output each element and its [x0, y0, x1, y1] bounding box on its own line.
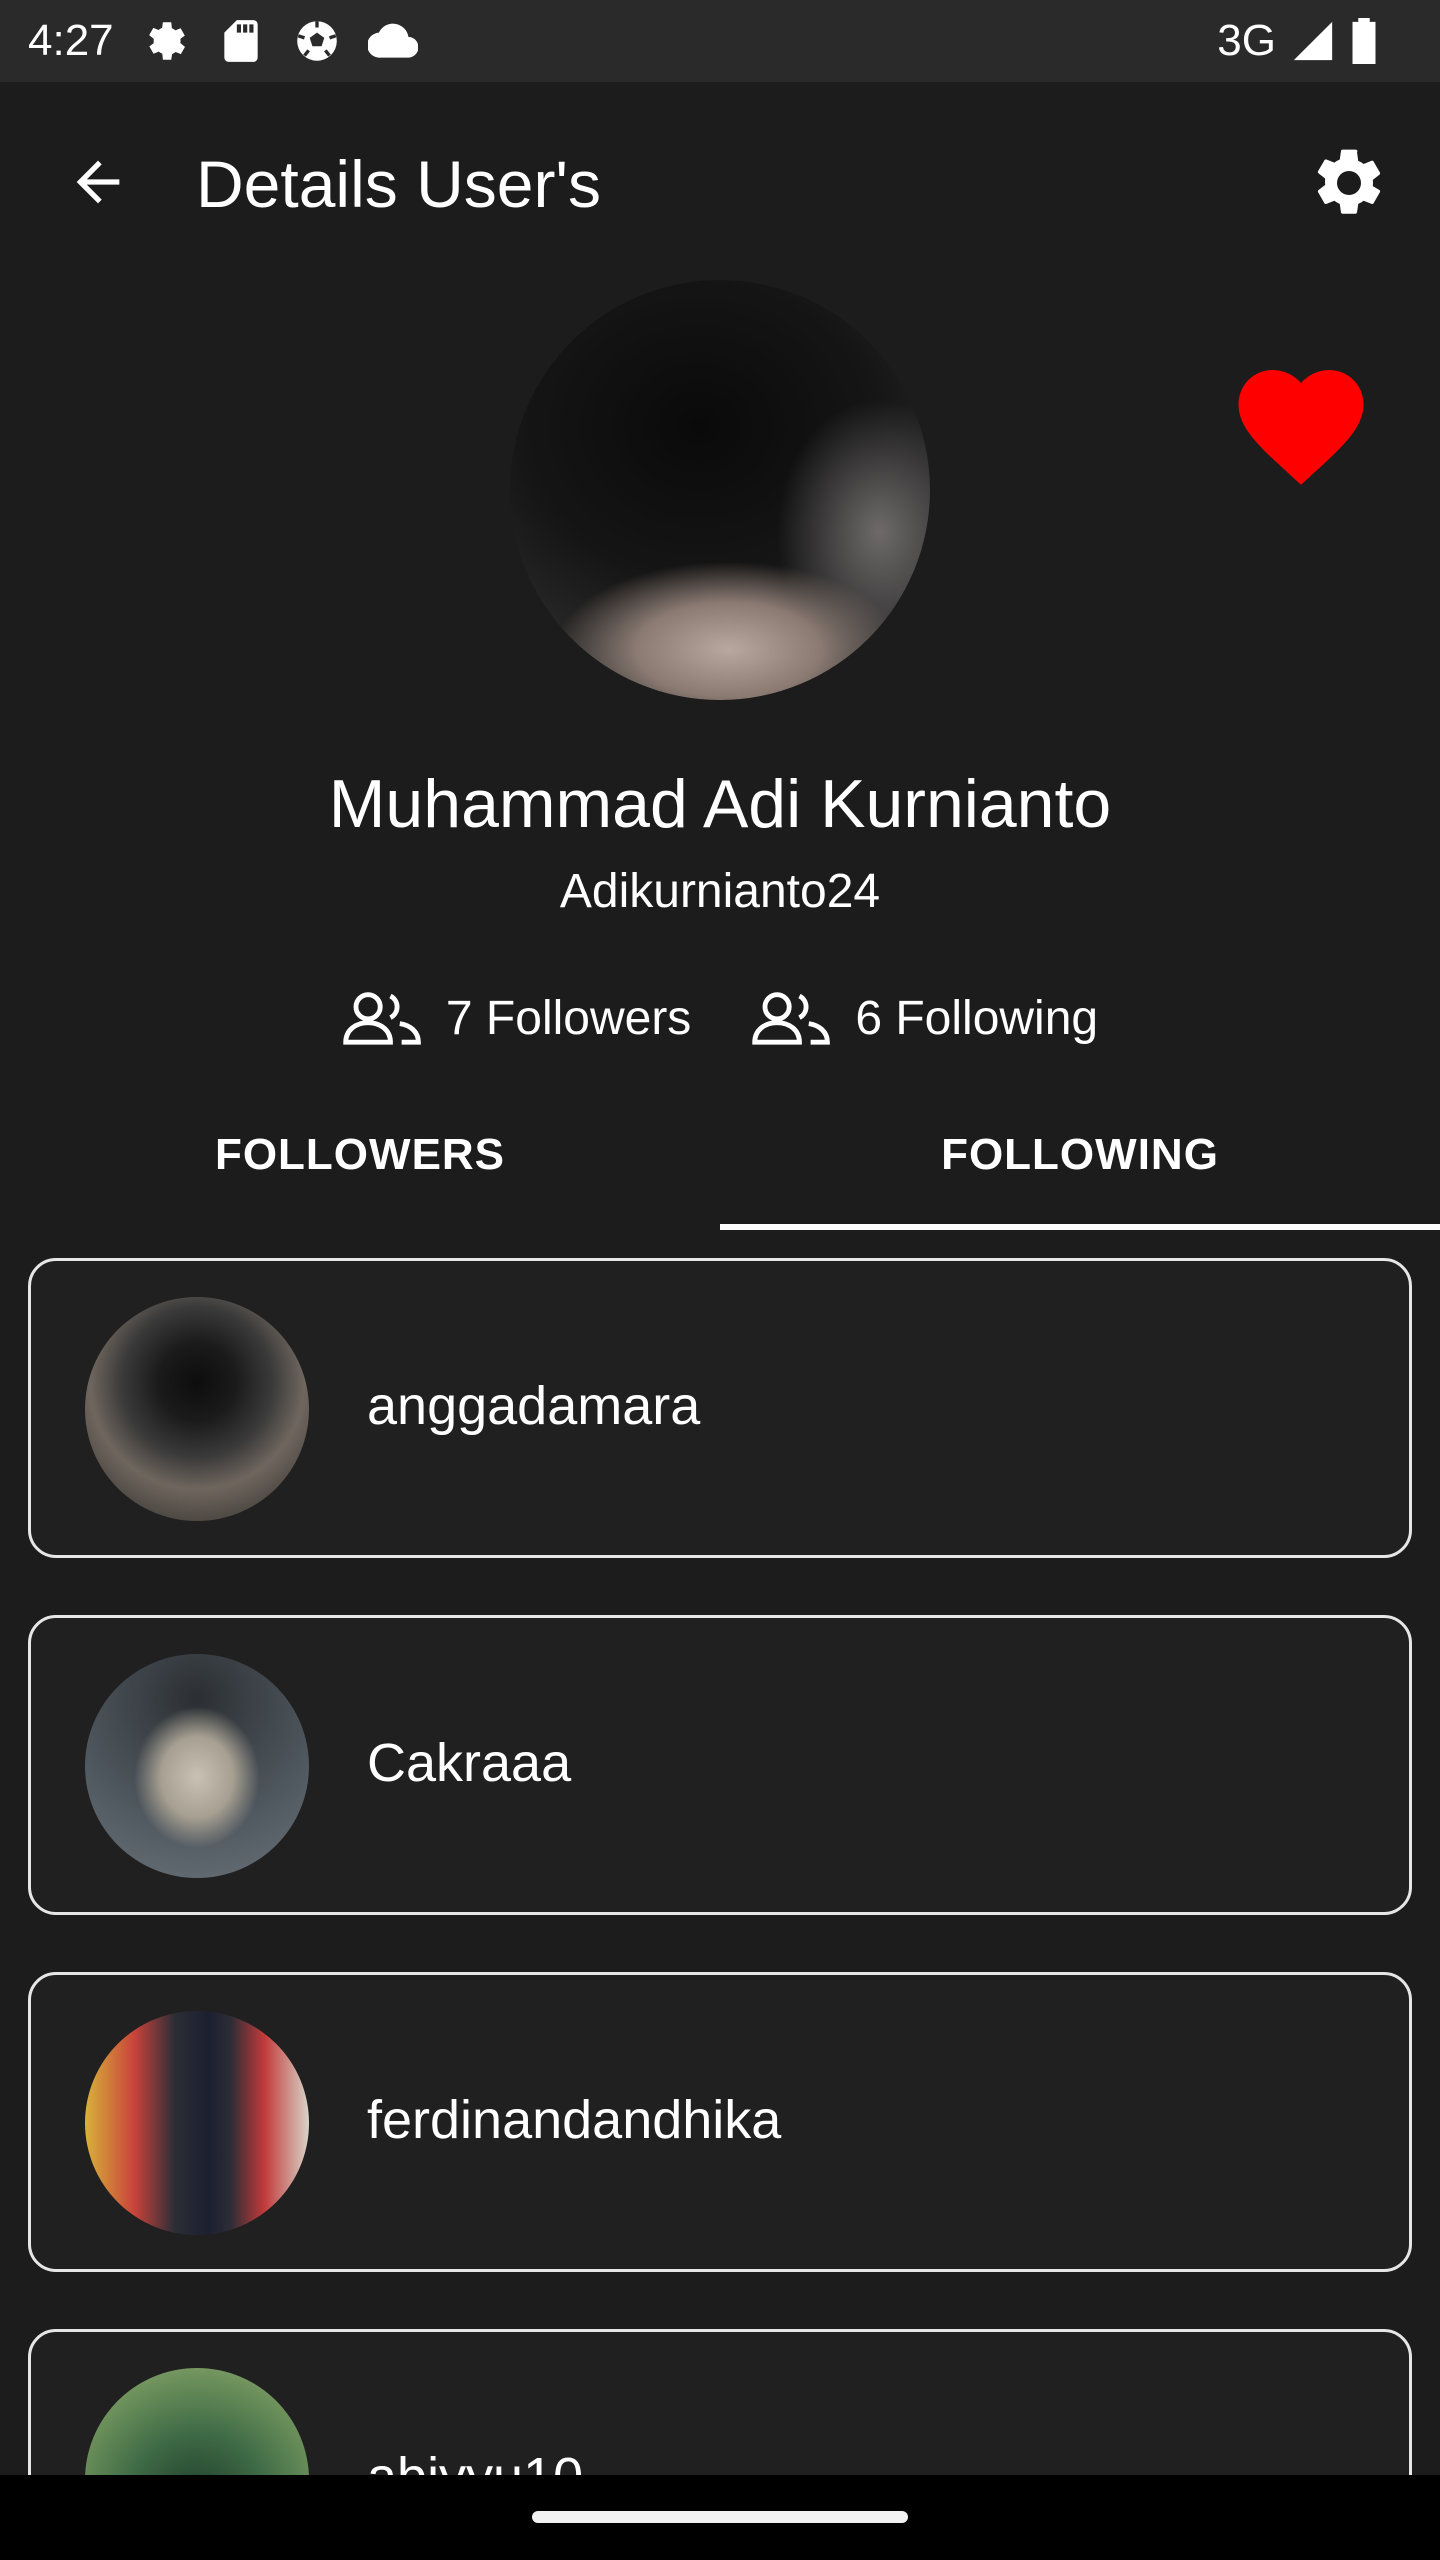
list-item[interactable]: anggadamara	[28, 1258, 1412, 1558]
arrow-back-icon	[76, 160, 120, 204]
battery-icon	[1352, 18, 1376, 64]
user-avatar	[85, 2011, 309, 2235]
followers-count: 7 Followers	[342, 990, 691, 1046]
status-right: 3G	[1217, 0, 1378, 82]
app-bar: Details User's	[0, 82, 1440, 282]
followers-label: 7 Followers	[445, 991, 692, 1045]
tab-bar: FOLLOWERS FOLLOWING	[0, 1080, 1440, 1230]
following-label: 6 Following	[855, 991, 1099, 1045]
user-name: Cakraaa	[367, 1733, 572, 1793]
status-icons	[140, 16, 418, 66]
page-title: Details User's	[196, 147, 602, 221]
profile-stats: 7 Followers 6 Following	[0, 980, 1440, 1056]
back-button[interactable]	[58, 142, 138, 222]
navigation-bar	[0, 2475, 1440, 2560]
tab-followers[interactable]: FOLLOWERS	[0, 1080, 720, 1230]
people-icon	[343, 992, 421, 1045]
user-avatar	[85, 1654, 309, 1878]
settings-gear-icon	[148, 22, 185, 60]
profile-avatar	[510, 280, 930, 700]
profile-name: Muhammad Adi Kurnianto	[328, 766, 1112, 842]
tab-following[interactable]: FOLLOWING	[720, 1080, 1440, 1230]
gear-icon	[1317, 149, 1381, 214]
settings-button[interactable]	[1306, 140, 1392, 226]
heart-icon	[1238, 370, 1364, 485]
user-name: anggadamara	[367, 1376, 701, 1436]
list-item[interactable]: ferdinandandhika	[28, 1972, 1412, 2272]
following-count: 6 Following	[751, 990, 1098, 1046]
signal-icon	[1293, 21, 1333, 61]
favorite-button[interactable]	[1226, 350, 1376, 490]
soccer-ball-icon	[296, 21, 337, 61]
user-name: ferdinandandhika	[367, 2090, 782, 2150]
people-icon	[752, 992, 831, 1045]
sd-card-icon	[223, 20, 258, 62]
list-item[interactable]: Cakraaa	[28, 1615, 1412, 1915]
status-bar: 4:27 3G	[0, 0, 1440, 82]
home-gesture-handle[interactable]	[532, 2511, 908, 2523]
user-avatar	[85, 1297, 309, 1521]
following-list: anggadamara Cakraaa ferdinandandhika abi…	[28, 1258, 1412, 2560]
status-time: 4:27	[28, 16, 114, 65]
profile-username: Adikurnianto24	[559, 865, 881, 918]
cloud-icon	[367, 23, 418, 58]
network-type: 3G	[1217, 16, 1276, 65]
